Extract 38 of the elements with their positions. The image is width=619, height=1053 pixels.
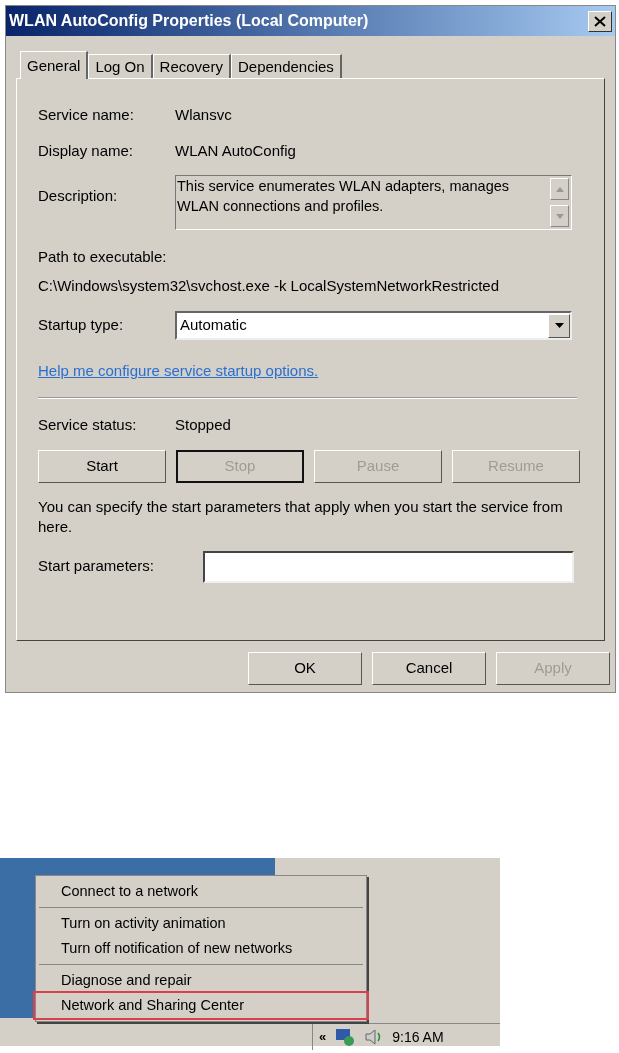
network-icon[interactable] — [334, 1027, 357, 1047]
display-name: WLAN AutoConfig — [175, 140, 296, 161]
service-name: Wlansvc — [175, 104, 232, 125]
menu-item[interactable]: Turn off notification of new networks — [39, 936, 363, 961]
description-box[interactable]: This service enumerates WLAN adapters, manages WLAN connections and profiles. — [175, 175, 572, 230]
push-button[interactable]: Start — [38, 449, 166, 483]
tab[interactable]: Dependencies — [230, 54, 342, 78]
menu-item[interactable]: Network and Sharing Center — [35, 993, 367, 1018]
field-label: Display name: — [38, 140, 135, 161]
start-parameters-field[interactable] — [203, 550, 574, 583]
field-label: Service name: — [38, 104, 135, 125]
field-label: Startup type: — [38, 315, 125, 336]
menu-item[interactable]: Diagnose and repair — [39, 968, 363, 993]
executable-path: C:\Windows\system32\svchost.exe -k LocalSystemNetworkRestricted — [38, 275, 500, 296]
menu-item[interactable]: Connect to a network — [39, 879, 363, 904]
menu-item[interactable]: Turn on activity animation — [39, 911, 363, 936]
chevron-button[interactable]: « — [319, 1027, 327, 1047]
start-parameters-note: You can specify the start parameters that apply when you start the service from here. — [38, 496, 564, 537]
close-button[interactable] — [588, 10, 612, 32]
field-label: Description: — [38, 186, 119, 206]
scroll-up-button[interactable] — [550, 178, 569, 200]
tab[interactable]: General — [20, 51, 89, 79]
down-arrow-icon — [555, 213, 564, 219]
tab[interactable]: Recovery — [152, 54, 231, 78]
tab[interactable]: Log On — [88, 54, 153, 78]
close-icon — [594, 15, 606, 27]
field-label: Start parameters: — [38, 556, 155, 577]
caret-icon — [554, 323, 564, 328]
window-title: WLAN AutoConfig Properties (Local Computer) — [9, 11, 369, 31]
up-arrow-icon — [555, 186, 564, 192]
push-button[interactable]: Cancel — [372, 652, 486, 685]
startup-type-dropdown[interactable]: Automatic — [175, 311, 572, 340]
service-status: Stopped — [175, 415, 231, 436]
field-label: Path to executable: — [38, 247, 168, 267]
scroll-down-button[interactable] — [550, 205, 569, 227]
clock-time[interactable]: 9:16 AM — [392, 1026, 444, 1048]
field-label: Service status: — [38, 415, 138, 436]
push-button[interactable]: OK — [248, 652, 362, 685]
